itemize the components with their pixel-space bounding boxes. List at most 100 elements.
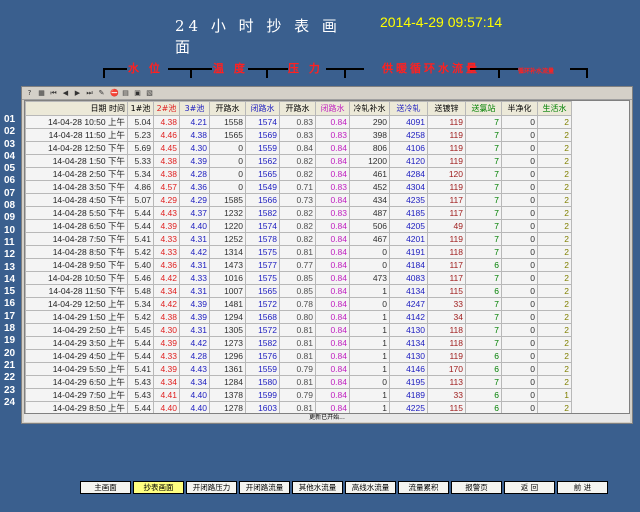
column-header[interactable]: 送镀锌 xyxy=(427,101,466,116)
table-row[interactable]: 14-04-29 3:50 上午 5.44 4.39 4.42 1273 1582 0.81… xyxy=(25,336,572,350)
table-row[interactable]: 14-04-28 10:50 上午 5.04 4.38 4.21 1558 1574 0.8… xyxy=(25,115,572,129)
cell-datetime: 14-04-28 12:50 下午 xyxy=(25,141,128,155)
table-cell: 5.44 xyxy=(127,206,154,220)
column-header[interactable]: 2#池 xyxy=(153,101,180,116)
nav-button[interactable]: 抄表画面 xyxy=(133,481,184,494)
cell-datetime: 14-04-29 12:50 上午 xyxy=(25,297,128,311)
column-header[interactable]: 生活水 xyxy=(537,101,572,116)
stop-icon[interactable]: ⛔ xyxy=(110,89,119,97)
column-header[interactable]: 闭路水 xyxy=(245,101,280,116)
table-row[interactable]: 14-04-29 6:50 上午 5.43 4.34 4.34 1284 1580 0.81… xyxy=(25,375,572,389)
table-cell: 0 xyxy=(501,141,538,155)
table-row[interactable]: 14-04-28 4:50 下午 5.07 4.29 4.29 1585 1566 0.73… xyxy=(25,193,572,207)
table-cell: 0 xyxy=(349,375,390,389)
group-bracket xyxy=(344,68,364,78)
table-row[interactable]: 14-04-29 2:50 上午 5.45 4.30 4.31 1305 1572 0.81… xyxy=(25,323,572,337)
table-cell: 0.84 xyxy=(279,141,316,155)
table-cell: 170 xyxy=(427,362,466,376)
table-cell: 4.39 xyxy=(179,310,210,324)
table-cell: 0 xyxy=(501,284,538,298)
column-header[interactable]: 送冷轧 xyxy=(389,101,428,116)
table-cell: 0 xyxy=(501,167,538,181)
datetime-display: 2014-4-29 09:57:14 xyxy=(380,14,503,30)
column-header[interactable]: 闭路水 xyxy=(315,101,350,116)
table-cell: 117 xyxy=(427,206,466,220)
row-number: 15 xyxy=(4,286,16,298)
table-cell: 1 xyxy=(349,388,390,402)
table-cell: 1284 xyxy=(209,375,246,389)
table-row[interactable]: 14-04-29 8:50 上午 5.44 4.40 4.40 1278 1603 0.81… xyxy=(25,401,572,413)
table-row[interactable]: 14-04-28 1:50 下午 5.33 4.38 4.39 0 1562 0.82 0.8… xyxy=(25,154,572,168)
table-row[interactable]: 14-04-28 5:50 下午 5.44 4.43 4.37 1232 1582 0.82… xyxy=(25,206,572,220)
row-number: 10 xyxy=(4,224,16,236)
prev-page-icon[interactable]: ◀ xyxy=(62,89,69,97)
table-cell: 4134 xyxy=(389,336,428,350)
nav-button[interactable]: 开闭路流量 xyxy=(239,481,290,494)
table-cell: 806 xyxy=(349,141,390,155)
first-page-icon[interactable]: ⏮ xyxy=(50,89,57,97)
table-row[interactable]: 14-04-28 10:50 下午 5.46 4.42 4.33 1016 1575 0.8… xyxy=(25,271,572,285)
table-cell: 4.38 xyxy=(153,115,180,129)
table-cell: 473 xyxy=(349,271,390,285)
nav-button[interactable]: 报警页 xyxy=(451,481,502,494)
column-header[interactable]: 1#池 xyxy=(127,101,154,116)
table-row[interactable]: 14-04-29 12:50 上午 5.34 4.42 4.39 1481 1572 0.7… xyxy=(25,297,572,311)
table-cell: 1565 xyxy=(245,167,280,181)
nav-button[interactable]: 开闭路压力 xyxy=(186,481,237,494)
table-cell: 6 xyxy=(465,388,502,402)
table-row[interactable]: 14-04-28 12:50 下午 5.69 4.45 4.30 0 1559 0.84 0.… xyxy=(25,141,572,155)
table-cell: 1 xyxy=(349,284,390,298)
print-icon[interactable]: ▤ xyxy=(122,89,129,97)
table-row[interactable]: 14-04-29 5:50 上午 5.41 4.39 4.43 1361 1559 0.79… xyxy=(25,362,572,376)
column-header[interactable]: 开路水 xyxy=(279,101,316,116)
column-header[interactable]: 冷轧补水 xyxy=(349,101,390,116)
table-cell: 6 xyxy=(465,258,502,272)
nav-button[interactable]: 返 回 xyxy=(504,481,555,494)
table-cell: 0.84 xyxy=(315,297,350,311)
settings-icon[interactable]: ▧ xyxy=(146,89,153,97)
nav-button[interactable]: 主画面 xyxy=(80,481,131,494)
last-page-icon[interactable]: ⏭ xyxy=(86,89,93,97)
table-cell: 0.82 xyxy=(279,167,316,181)
table-cell: 0 xyxy=(501,115,538,129)
data-grid[interactable]: 日期 时间 1#池 2#池 3#池 开路水 闭路水 开路水 闭路水 冷轧补水 送冷轧 送镀锌 送氯站半… xyxy=(24,100,630,414)
table-cell: 4.86 xyxy=(127,180,154,194)
table-row[interactable]: 14-04-29 7:50 上午 5.43 4.41 4.40 1378 1599 0.79… xyxy=(25,388,572,402)
table-cell: 4.37 xyxy=(179,206,210,220)
column-header[interactable]: 半净化 xyxy=(501,101,538,116)
column-header[interactable]: 送氯站 xyxy=(465,101,502,116)
table-row[interactable]: 14-04-29 1:50 上午 5.42 4.38 4.39 1294 1568 0.80… xyxy=(25,310,572,324)
table-cell: 4258 xyxy=(389,128,428,142)
table-row[interactable]: 14-04-28 6:50 下午 5.44 4.39 4.40 1220 1574 0.82… xyxy=(25,219,572,233)
table-row[interactable]: 14-04-28 11:50 上午 5.23 4.46 4.38 1565 1569 0.8… xyxy=(25,128,572,142)
table-cell: 4.34 xyxy=(179,375,210,389)
table-cell: 4195 xyxy=(389,375,428,389)
table-row[interactable]: 14-04-29 4:50 上午 5.44 4.33 4.28 1296 1576 0.81… xyxy=(25,349,572,363)
help-icon[interactable]: ? xyxy=(26,89,33,97)
table-cell: 1559 xyxy=(245,141,280,155)
grid-icon[interactable]: ▦ xyxy=(38,89,45,97)
nav-button[interactable]: 高线水流量 xyxy=(345,481,396,494)
table-cell: 2 xyxy=(537,258,572,272)
table-row[interactable]: 14-04-28 3:50 下午 4.86 4.57 4.36 0 1549 0.71 0.8… xyxy=(25,180,572,194)
row-number-column: 01 02 03 04 05 06 07 08 09 10 11 12 13 14 15 16 17 18 19 20… xyxy=(4,114,20,409)
edit-icon[interactable]: ✎ xyxy=(98,89,105,97)
column-header[interactable]: 开路水 xyxy=(209,101,246,116)
table-row[interactable]: 14-04-28 8:50 下午 5.42 4.33 4.42 1314 1575 0.81… xyxy=(25,245,572,259)
nav-button[interactable]: 流量累积 xyxy=(398,481,449,494)
nav-button[interactable]: 前 进 xyxy=(557,481,608,494)
table-row[interactable]: 14-04-28 2:50 下午 5.34 4.38 4.28 0 1565 0.82 0.8… xyxy=(25,167,572,181)
table-cell: 0 xyxy=(209,154,246,168)
table-cell: 0.83 xyxy=(279,115,316,129)
table-cell: 6 xyxy=(465,362,502,376)
column-header-datetime[interactable]: 日期 时间 xyxy=(25,101,128,116)
next-page-icon[interactable]: ▶ xyxy=(74,89,81,97)
table-cell: 117 xyxy=(427,271,466,285)
table-row[interactable]: 14-04-28 9:50 下午 5.40 4.36 4.31 1473 1577 0.77… xyxy=(25,258,572,272)
nav-button[interactable]: 其他水流量 xyxy=(292,481,343,494)
column-header[interactable]: 3#池 xyxy=(179,101,210,116)
export-icon[interactable]: ▣ xyxy=(134,89,141,97)
table-row[interactable]: 14-04-28 7:50 下午 5.41 4.33 4.31 1252 1578 0.82… xyxy=(25,232,572,246)
table-row[interactable]: 14-04-28 11:50 下午 5.48 4.34 4.31 1007 1565 0.8… xyxy=(25,284,572,298)
table-cell: 1 xyxy=(349,323,390,337)
